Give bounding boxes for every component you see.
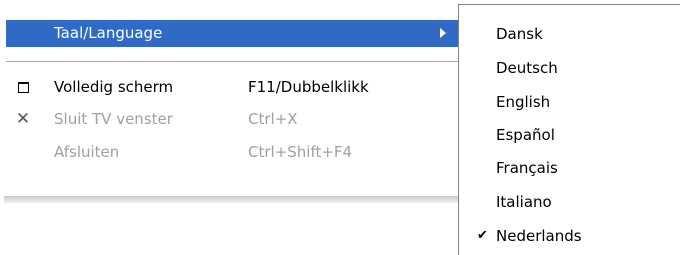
menu-item-shortcut: F11/Dubbelklikk <box>248 78 369 96</box>
submenu-item-label: Nederlands <box>496 227 582 245</box>
menu-separator <box>6 61 458 63</box>
menu-item-label: Volledig scherm <box>54 78 174 96</box>
menu-item-language[interactable]: Taal/Language <box>6 20 458 47</box>
close-icon: ✕ <box>15 109 31 129</box>
submenu-item-label: English <box>496 93 551 111</box>
menu-item-label: Sluit TV venster <box>54 110 173 128</box>
submenu-item-francais[interactable]: Français <box>459 151 679 185</box>
submenu-item-nederlands[interactable]: ✔ Nederlands <box>459 219 679 253</box>
menu-item-shortcut: Ctrl+X <box>248 110 298 128</box>
submenu-item-label: Français <box>496 159 558 177</box>
menu-shadow <box>4 196 460 203</box>
submenu-item-label: Dansk <box>496 25 543 43</box>
language-submenu: Dansk Deutsch English Español Français I… <box>458 4 680 255</box>
menu-item-shortcut: Ctrl+Shift+F4 <box>248 143 353 161</box>
submenu-item-english[interactable]: English <box>459 85 679 119</box>
submenu-item-label: Deutsch <box>496 59 558 77</box>
window-icon <box>12 74 34 101</box>
menu-item-close-tv-window: ✕ Sluit TV venster Ctrl+X <box>6 106 458 133</box>
menu-item-label: Taal/Language <box>54 24 163 42</box>
submenu-item-italiano[interactable]: Italiano <box>459 185 679 219</box>
menu-item-fullscreen[interactable]: Volledig scherm F11/Dubbelklikk <box>6 74 458 101</box>
submenu-item-espanol[interactable]: Español <box>459 118 679 152</box>
menu-item-exit: Afsluiten Ctrl+Shift+F4 <box>6 139 458 166</box>
submenu-arrow-icon <box>440 28 446 38</box>
submenu-item-label: Italiano <box>496 193 552 211</box>
context-menu: Taal/Language Volledig scherm F11/Dubbel… <box>0 0 462 200</box>
submenu-item-dansk[interactable]: Dansk <box>459 17 679 51</box>
submenu-item-label: Español <box>496 126 555 144</box>
menu-item-label: Afsluiten <box>54 143 120 161</box>
check-icon: ✔ <box>477 228 488 243</box>
submenu-item-deutsch[interactable]: Deutsch <box>459 51 679 85</box>
